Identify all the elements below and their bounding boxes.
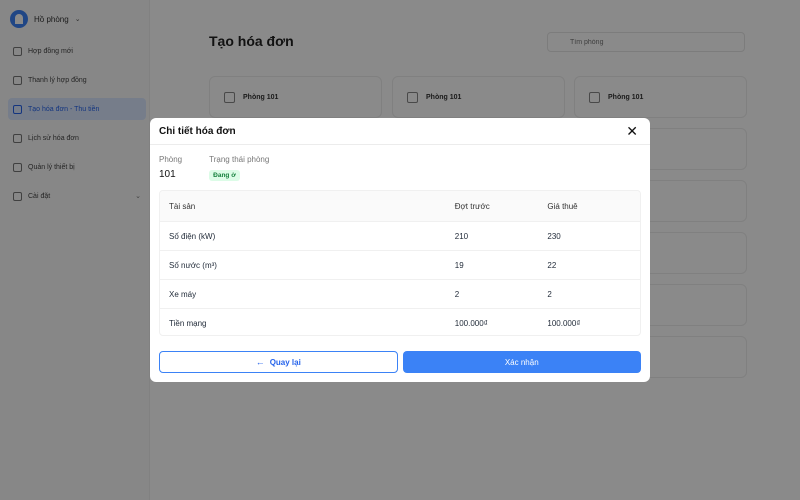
invoice-detail-modal: Chi tiết hóa đơn ✕ Phòng 101 Trạng thái … [150, 118, 650, 382]
arrow-left-icon: ← [255, 357, 265, 367]
room-status-label: Trạng thái phòng [209, 155, 270, 164]
room-label: Phòng [159, 155, 183, 164]
modal-title: Chi tiết hóa đơn [159, 125, 236, 137]
modal-header: Chi tiết hóa đơn ✕ [150, 118, 650, 145]
table-cell: 230 [547, 231, 561, 241]
table-row: Xe máy 2 2 [160, 280, 640, 309]
table-cell: 22 [547, 260, 557, 270]
modal-footer: ← Quay lại Xác nhận [159, 351, 641, 373]
status-badge: Đang ở [209, 170, 240, 181]
column-header-asset: Tài sản [169, 201, 196, 211]
table-cell: Tiền mạng [169, 319, 207, 328]
table-row: Tiền mạng 100.000₫ 100.000₫ [160, 309, 640, 335]
table-cell: 2 [454, 289, 460, 299]
column-header-previous: Đợt trước [454, 201, 490, 211]
table-cell: 2 [547, 289, 552, 299]
table-cell: 210 [454, 231, 469, 241]
room-status-group: Trạng thái phòng Đang ở [209, 155, 269, 182]
table-row: Số điện (kW) 210 230 [160, 222, 640, 251]
table-cell: Số điện (kW) [169, 231, 216, 241]
table-row: Số nước (m³) 19 22 [160, 251, 640, 280]
room-value: 101 [159, 169, 176, 180]
table-header: Tài sản Đợt trước Giá thuê [160, 191, 640, 222]
confirm-button[interactable]: Xác nhận [402, 351, 641, 373]
table-cell: 100.000₫ [454, 319, 488, 328]
table-cell: 100.000₫ [547, 319, 581, 328]
back-button[interactable]: ← Quay lại [159, 351, 398, 373]
table-cell: Xe máy [169, 289, 197, 299]
room-number-group: Phòng 101 [159, 155, 182, 182]
room-info: Phòng 101 Trạng thái phòng Đang ở [159, 155, 269, 182]
invoice-table: Tài sản Đợt trước Giá thuê Số điện (kW) … [159, 190, 641, 336]
column-header-price: Giá thuê [547, 201, 578, 211]
table-cell: 19 [454, 260, 464, 270]
table-cell: Số nước (m³) [169, 260, 217, 270]
close-icon[interactable]: ✕ [626, 124, 638, 138]
back-button-label: Quay lại [269, 357, 301, 367]
